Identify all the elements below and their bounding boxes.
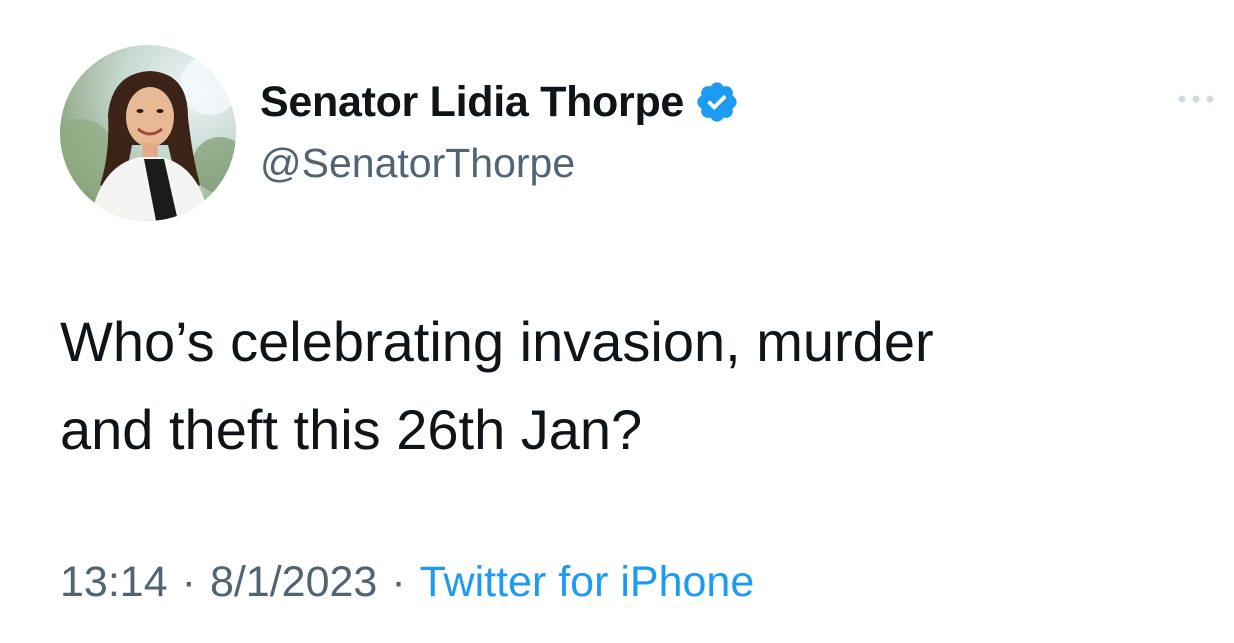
tweet-card: Senator Lidia Thorpe @SenatorThorpe Who’…: [0, 0, 1234, 643]
separator-dot: ·: [391, 557, 406, 606]
tweet-date[interactable]: 8/1/2023: [210, 558, 377, 607]
author-handle[interactable]: @SenatorThorpe: [260, 140, 575, 187]
profile-photo: [60, 45, 236, 221]
tweet-time[interactable]: 13:14: [60, 558, 168, 607]
verified-badge-icon: [694, 79, 740, 125]
tweet-metadata: 13:14 · 8/1/2023 · Twitter for iPhone: [60, 552, 754, 612]
separator-dot: ·: [181, 557, 196, 606]
tweet-source-link[interactable]: Twitter for iPhone: [420, 558, 755, 607]
tweet-text: Who’s celebrating invasion, murder and t…: [60, 310, 934, 461]
author-display-name[interactable]: Senator Lidia Thorpe: [260, 78, 684, 127]
author-name-row: Senator Lidia Thorpe: [260, 74, 740, 130]
avatar[interactable]: [60, 45, 236, 221]
more-options-icon[interactable]: [1172, 84, 1220, 114]
